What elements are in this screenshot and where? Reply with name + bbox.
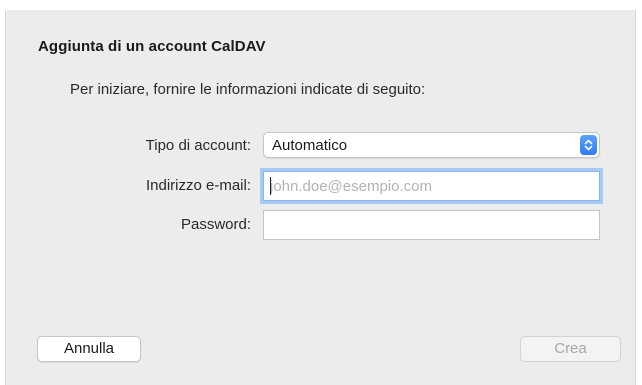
account-type-label: Tipo di account: [145, 137, 251, 154]
password-label: Password: [180, 216, 251, 233]
create-button[interactable]: Crea [520, 336, 621, 362]
password-field[interactable] [263, 210, 600, 240]
account-type-value: Automatico [272, 137, 348, 154]
dialog-intro: Per iniziare, fornire le informazioni in… [70, 81, 426, 98]
dialog-title: Aggiunta di un account CalDAV [38, 38, 266, 55]
chevron-up-down-icon [580, 135, 597, 155]
email-label: Indirizzo e-mail: [145, 177, 251, 194]
caldav-account-sheet: Aggiunta di un account CalDAV Per inizia… [5, 10, 636, 385]
text-caret [270, 177, 271, 195]
cancel-button[interactable]: Annulla [37, 336, 141, 362]
account-type-select[interactable]: Automatico [263, 132, 600, 158]
email-field[interactable] [263, 171, 600, 201]
